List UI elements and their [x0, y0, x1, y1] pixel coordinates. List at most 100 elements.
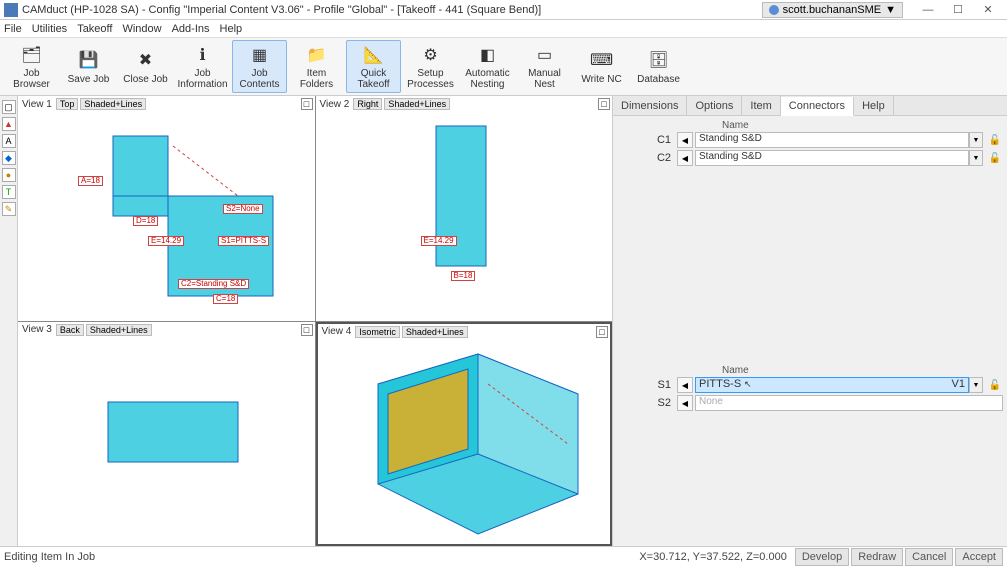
c1-row: C1 ◀ Standing S&D ▼ 🔓 — [617, 131, 1003, 149]
view1-canvas — [18, 96, 315, 316]
view3-canvas — [18, 322, 315, 542]
status-text: Editing Item In Job — [4, 551, 639, 563]
view2-name: View 2 — [318, 99, 352, 110]
tab-help[interactable]: Help — [854, 96, 894, 115]
database-icon: 🗄 — [647, 48, 671, 72]
develop-button[interactable]: Develop — [795, 548, 849, 566]
view4-mode2[interactable]: Shaded+Lines — [402, 326, 468, 338]
dim-d: D=18 — [133, 216, 158, 226]
view1-mode2[interactable]: Shaded+Lines — [80, 98, 146, 110]
c1-dropdown[interactable]: ▼ — [969, 132, 983, 148]
side-tool-1[interactable]: ▢ — [2, 100, 16, 114]
view-2[interactable]: View 2 Right Shaded+Lines □ E=14.29 B=18 — [316, 96, 613, 321]
titlebar: CAMduct (HP-1028 SA) - Config "Imperial … — [0, 0, 1007, 20]
cancel-button[interactable]: Cancel — [905, 548, 953, 566]
s2-label: S2 — [617, 397, 677, 409]
maximize-button[interactable]: ☐ — [943, 1, 973, 19]
accept-button[interactable]: Accept — [955, 548, 1003, 566]
close-job-icon: ✖ — [134, 48, 158, 72]
manual-nest-icon: ▭ — [533, 43, 557, 66]
side-tool-6[interactable]: T — [2, 185, 16, 199]
view3-mode1[interactable]: Back — [56, 324, 84, 336]
takeoff-icon: 📐 — [362, 43, 386, 66]
c2-lock-icon[interactable]: 🔓 — [987, 150, 1003, 166]
c2-row: C2 ◀ Standing S&D ▼ 🔓 — [617, 149, 1003, 167]
connectors-s-section: Name S1 ◀ PITTS-S ↖V1 ▼ 🔓 S2 ◀ None — [617, 365, 1003, 542]
view-4[interactable]: View 4 Isometric Shaded+Lines □ — [316, 322, 613, 547]
view1-name: View 1 — [20, 99, 54, 110]
statusbar: Editing Item In Job X=30.712, Y=37.522, … — [0, 546, 1007, 566]
side-tool-2[interactable]: ▲ — [2, 117, 16, 131]
s1-lock-icon[interactable]: 🔓 — [987, 377, 1003, 393]
user-account-button[interactable]: scott.buchananSME ▼ — [762, 2, 903, 18]
side-toolbar: ▢ ▲ A ◆ ● T ✎ — [0, 96, 18, 546]
viewport-grid: View 1 Top Shaded+Lines □ A=18 D=18 E=14… — [18, 96, 612, 546]
dim-s2: S2=None — [223, 204, 263, 214]
view-3[interactable]: View 3 Back Shaded+Lines □ — [18, 322, 315, 547]
s1-value[interactable]: PITTS-S ↖V1 — [695, 377, 969, 393]
view2-mode2[interactable]: Shaded+Lines — [384, 98, 450, 110]
close-button[interactable]: ✕ — [973, 1, 1003, 19]
job-browser-button[interactable]: 🗂Job Browser — [4, 40, 59, 93]
info-icon: ℹ — [191, 43, 215, 66]
view2-canvas — [316, 96, 613, 316]
side-tool-4[interactable]: ◆ — [2, 151, 16, 165]
auto-nesting-button[interactable]: ◧Automatic Nesting — [460, 40, 515, 93]
tab-connectors[interactable]: Connectors — [781, 97, 854, 116]
view1-mode1[interactable]: Top — [56, 98, 79, 110]
s2-row: S2 ◀ None — [617, 394, 1003, 412]
s1-dropdown[interactable]: ▼ — [969, 377, 983, 393]
write-nc-button[interactable]: ⌨Write NC — [574, 40, 629, 93]
menu-window[interactable]: Window — [122, 23, 161, 35]
dim-a: A=18 — [78, 176, 103, 186]
close-job-button[interactable]: ✖Close Job — [118, 40, 173, 93]
manual-nest-button[interactable]: ▭Manual Nest — [517, 40, 572, 93]
s1-label: S1 — [617, 379, 677, 391]
job-contents-button[interactable]: ▦Job Contents — [232, 40, 287, 93]
c1-lock-icon[interactable]: 🔓 — [987, 132, 1003, 148]
save-icon: 💾 — [77, 48, 101, 72]
job-info-button[interactable]: ℹJob Information — [175, 40, 230, 93]
tab-item[interactable]: Item — [742, 96, 780, 115]
tab-dimensions[interactable]: Dimensions — [613, 96, 687, 115]
save-job-button[interactable]: 💾Save Job — [61, 40, 116, 93]
main-area: ▢ ▲ A ◆ ● T ✎ View 1 Top Shaded+Lines □ … — [0, 96, 1007, 546]
menu-utilities[interactable]: Utilities — [32, 23, 67, 35]
view4-mode1[interactable]: Isometric — [355, 326, 400, 338]
c2-dropdown[interactable]: ▼ — [969, 150, 983, 166]
menu-addins[interactable]: Add-Ins — [172, 23, 210, 35]
menu-file[interactable]: File — [4, 23, 22, 35]
database-button[interactable]: 🗄Database — [631, 40, 686, 93]
minimize-button[interactable]: — — [913, 1, 943, 19]
dim-e2: E=14.29 — [421, 236, 457, 246]
window-title: CAMduct (HP-1028 SA) - Config "Imperial … — [22, 4, 762, 16]
s2-prev-button[interactable]: ◀ — [677, 395, 693, 411]
nesting-icon: ◧ — [476, 43, 500, 66]
c2-label: C2 — [617, 152, 677, 164]
dim-c: C=18 — [213, 294, 238, 304]
setup-processes-button[interactable]: ⚙Setup Processes — [403, 40, 458, 93]
c2-value[interactable]: Standing S&D — [695, 150, 969, 166]
tab-options[interactable]: Options — [687, 96, 742, 115]
redraw-button[interactable]: Redraw — [851, 548, 903, 566]
dropdown-icon: ▼ — [885, 4, 896, 16]
view-1[interactable]: View 1 Top Shaded+Lines □ A=18 D=18 E=14… — [18, 96, 315, 321]
contents-icon: ▦ — [248, 43, 272, 66]
properties-panel: Dimensions Options Item Connectors Help … — [612, 96, 1007, 546]
main-toolbar: 🗂Job Browser 💾Save Job ✖Close Job ℹJob I… — [0, 38, 1007, 96]
menu-help[interactable]: Help — [220, 23, 243, 35]
c1-prev-button[interactable]: ◀ — [677, 132, 693, 148]
c1-value[interactable]: Standing S&D — [695, 132, 969, 148]
s1-prev-button[interactable]: ◀ — [677, 377, 693, 393]
side-tool-3[interactable]: A — [2, 134, 16, 148]
view3-mode2[interactable]: Shaded+Lines — [86, 324, 152, 336]
c2-prev-button[interactable]: ◀ — [677, 150, 693, 166]
s2-value[interactable]: None — [695, 395, 1003, 411]
item-folders-button[interactable]: 📁Item Folders — [289, 40, 344, 93]
quick-takeoff-button[interactable]: 📐Quick Takeoff — [346, 40, 401, 93]
side-tool-7[interactable]: ✎ — [2, 202, 16, 216]
user-icon — [769, 5, 779, 15]
menu-takeoff[interactable]: Takeoff — [77, 23, 112, 35]
side-tool-5[interactable]: ● — [2, 168, 16, 182]
view2-mode1[interactable]: Right — [353, 98, 382, 110]
